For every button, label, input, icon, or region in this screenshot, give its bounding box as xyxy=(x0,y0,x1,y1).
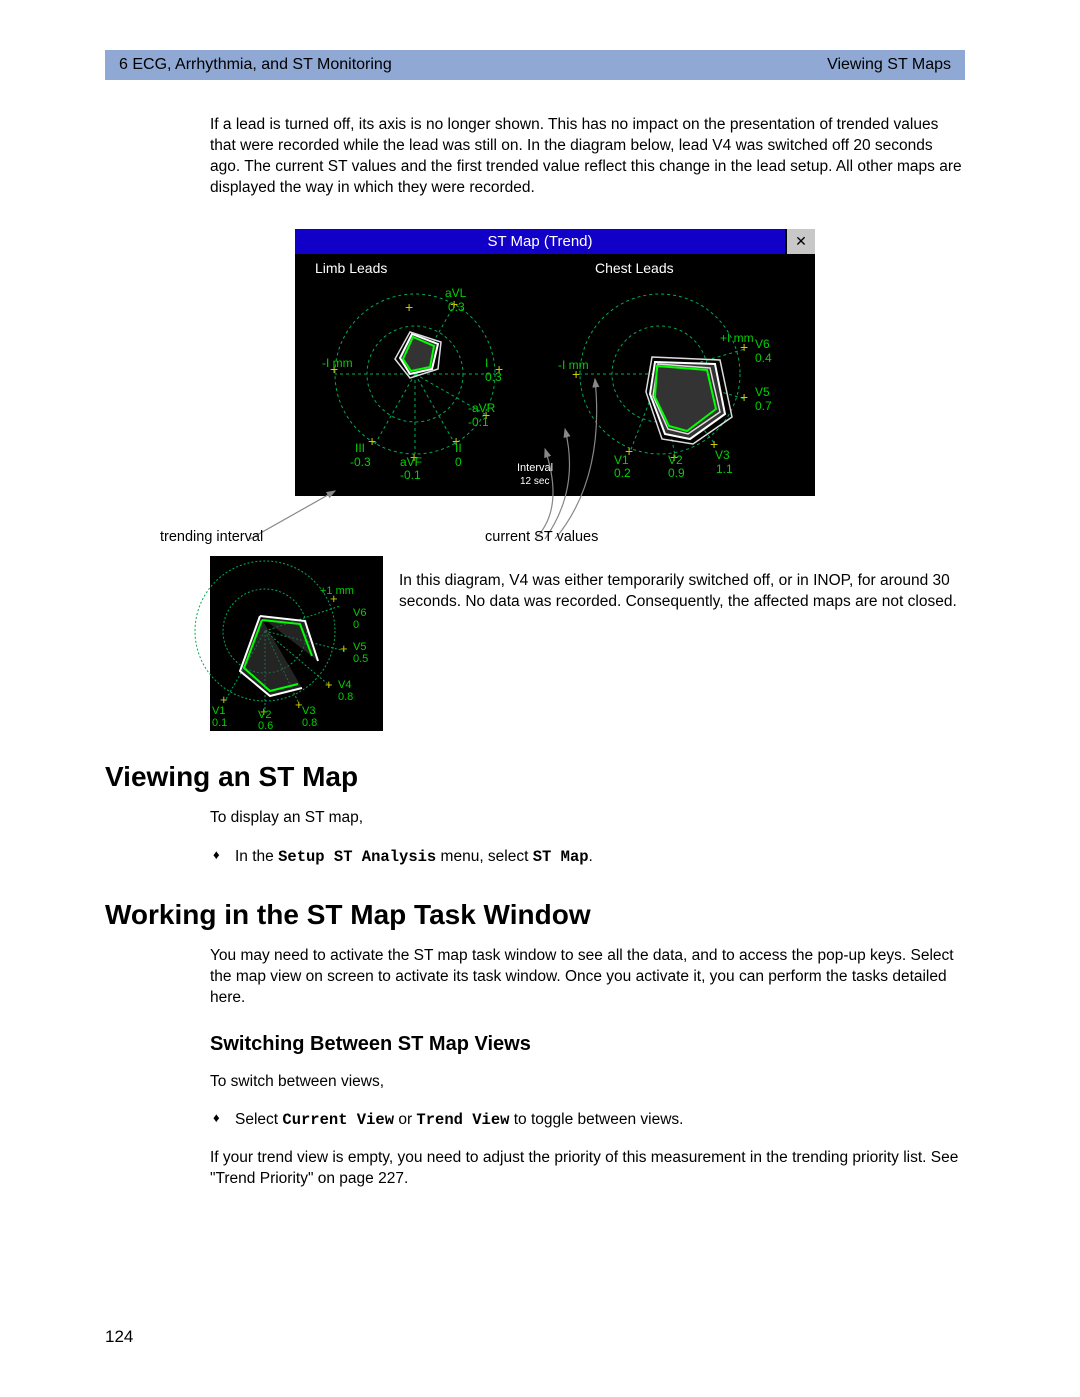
svg-text:+1 mm: +1 mm xyxy=(320,585,354,597)
svg-text:V4: V4 xyxy=(338,679,351,691)
svg-text:aVF: aVF xyxy=(400,455,422,469)
svg-text:-0.1: -0.1 xyxy=(400,468,421,482)
svg-text:1.1: 1.1 xyxy=(716,462,733,476)
working-p1: You may need to activate the ST map task… xyxy=(105,946,965,1009)
svg-text:+: + xyxy=(325,677,333,692)
svg-text:-0.1: -0.1 xyxy=(468,415,489,429)
chest-polar-map: + + + + + + +I mm V6 0.4 V5 0.7 V3 xyxy=(550,274,800,484)
svg-text:+: + xyxy=(368,433,376,449)
page-header: 6 ECG, Arrhythmia, and ST Monitoring Vie… xyxy=(105,50,965,80)
svg-text:-I mm: -I mm xyxy=(322,356,353,370)
svg-text:-I mm: -I mm xyxy=(558,358,589,372)
close-icon[interactable]: ✕ xyxy=(785,229,815,254)
mini-stmap: ++ ++ ++ +1 mm V6 0 V5 0.5 V4 0.8 V3 0.8… xyxy=(210,556,383,731)
svg-text:V6: V6 xyxy=(353,607,366,619)
heading-switching-views: Switching Between ST Map Views xyxy=(105,1033,965,1056)
svg-text:II: II xyxy=(455,441,462,455)
svg-text:aVL: aVL xyxy=(445,286,467,300)
svg-text:0.3: 0.3 xyxy=(448,300,465,314)
svg-text:+I mm: +I mm xyxy=(720,331,754,345)
svg-text:0.4: 0.4 xyxy=(755,351,772,365)
svg-text:-0.3: -0.3 xyxy=(350,455,371,469)
svg-text:I: I xyxy=(485,356,488,370)
svg-text:-aVR: -aVR xyxy=(468,401,496,415)
svg-text:0.3: 0.3 xyxy=(485,370,502,384)
svg-text:V5: V5 xyxy=(755,385,770,399)
interval-value: 12 sec xyxy=(520,476,549,487)
page-number: 124 xyxy=(105,1327,133,1347)
svg-text:0: 0 xyxy=(455,455,462,469)
svg-text:+: + xyxy=(405,299,413,315)
svg-text:+: + xyxy=(740,389,748,405)
switch-bullet: Select Current View or Trend View to tog… xyxy=(105,1108,965,1132)
stmap-window: ST Map (Trend) ✕ Limb Leads Chest Leads xyxy=(295,229,815,496)
svg-text:0.5: 0.5 xyxy=(353,653,368,665)
header-chapter: 6 ECG, Arrhythmia, and ST Monitoring xyxy=(119,56,392,74)
svg-text:0.8: 0.8 xyxy=(302,717,317,729)
limb-polar-map: + + + + + + + + aVL 0.3 -I mm I xyxy=(300,274,530,484)
svg-text:V1: V1 xyxy=(614,453,629,467)
heading-working-stmap: Working in the ST Map Task Window xyxy=(105,899,965,931)
svg-text:V2: V2 xyxy=(668,453,683,467)
switch-p1: To switch between views, xyxy=(105,1072,965,1093)
menu-setup-st-analysis: Setup ST Analysis xyxy=(278,848,436,866)
intro-paragraph: If a lead is turned off, its axis is no … xyxy=(105,115,965,199)
svg-text:V3: V3 xyxy=(715,448,730,462)
svg-text:V5: V5 xyxy=(353,641,366,653)
mini-paragraph: In this diagram, V4 was either temporari… xyxy=(399,571,965,715)
svg-text:0.2: 0.2 xyxy=(614,466,631,480)
option-trend-view: Trend View xyxy=(416,1111,509,1129)
svg-text:V6: V6 xyxy=(755,337,770,351)
callout-trending-interval: trending interval xyxy=(160,529,263,545)
svg-text:V1: V1 xyxy=(212,705,225,717)
option-current-view: Current View xyxy=(282,1111,394,1129)
svg-text:III: III xyxy=(355,441,365,455)
svg-text:0.1: 0.1 xyxy=(212,717,227,729)
svg-text:0.9: 0.9 xyxy=(668,466,685,480)
svg-text:0.6: 0.6 xyxy=(258,720,273,732)
svg-text:0: 0 xyxy=(353,619,359,631)
svg-text:V3: V3 xyxy=(302,705,315,717)
svg-text:0.8: 0.8 xyxy=(338,691,353,703)
switch-p2: If your trend view is empty, you need to… xyxy=(105,1148,965,1190)
svg-text:+: + xyxy=(340,641,348,656)
heading-viewing-stmap: Viewing an ST Map xyxy=(105,761,965,793)
interval-label: Interval xyxy=(517,462,553,474)
menu-st-map: ST Map xyxy=(533,848,589,866)
viewing-p1: To display an ST map, xyxy=(105,808,965,829)
callout-current-values: current ST values xyxy=(485,529,598,545)
header-section: Viewing ST Maps xyxy=(827,56,951,74)
svg-text:0.7: 0.7 xyxy=(755,399,772,413)
window-title: ST Map (Trend) xyxy=(295,229,785,254)
viewing-bullet: In the Setup ST Analysis menu, select ST… xyxy=(105,845,965,869)
